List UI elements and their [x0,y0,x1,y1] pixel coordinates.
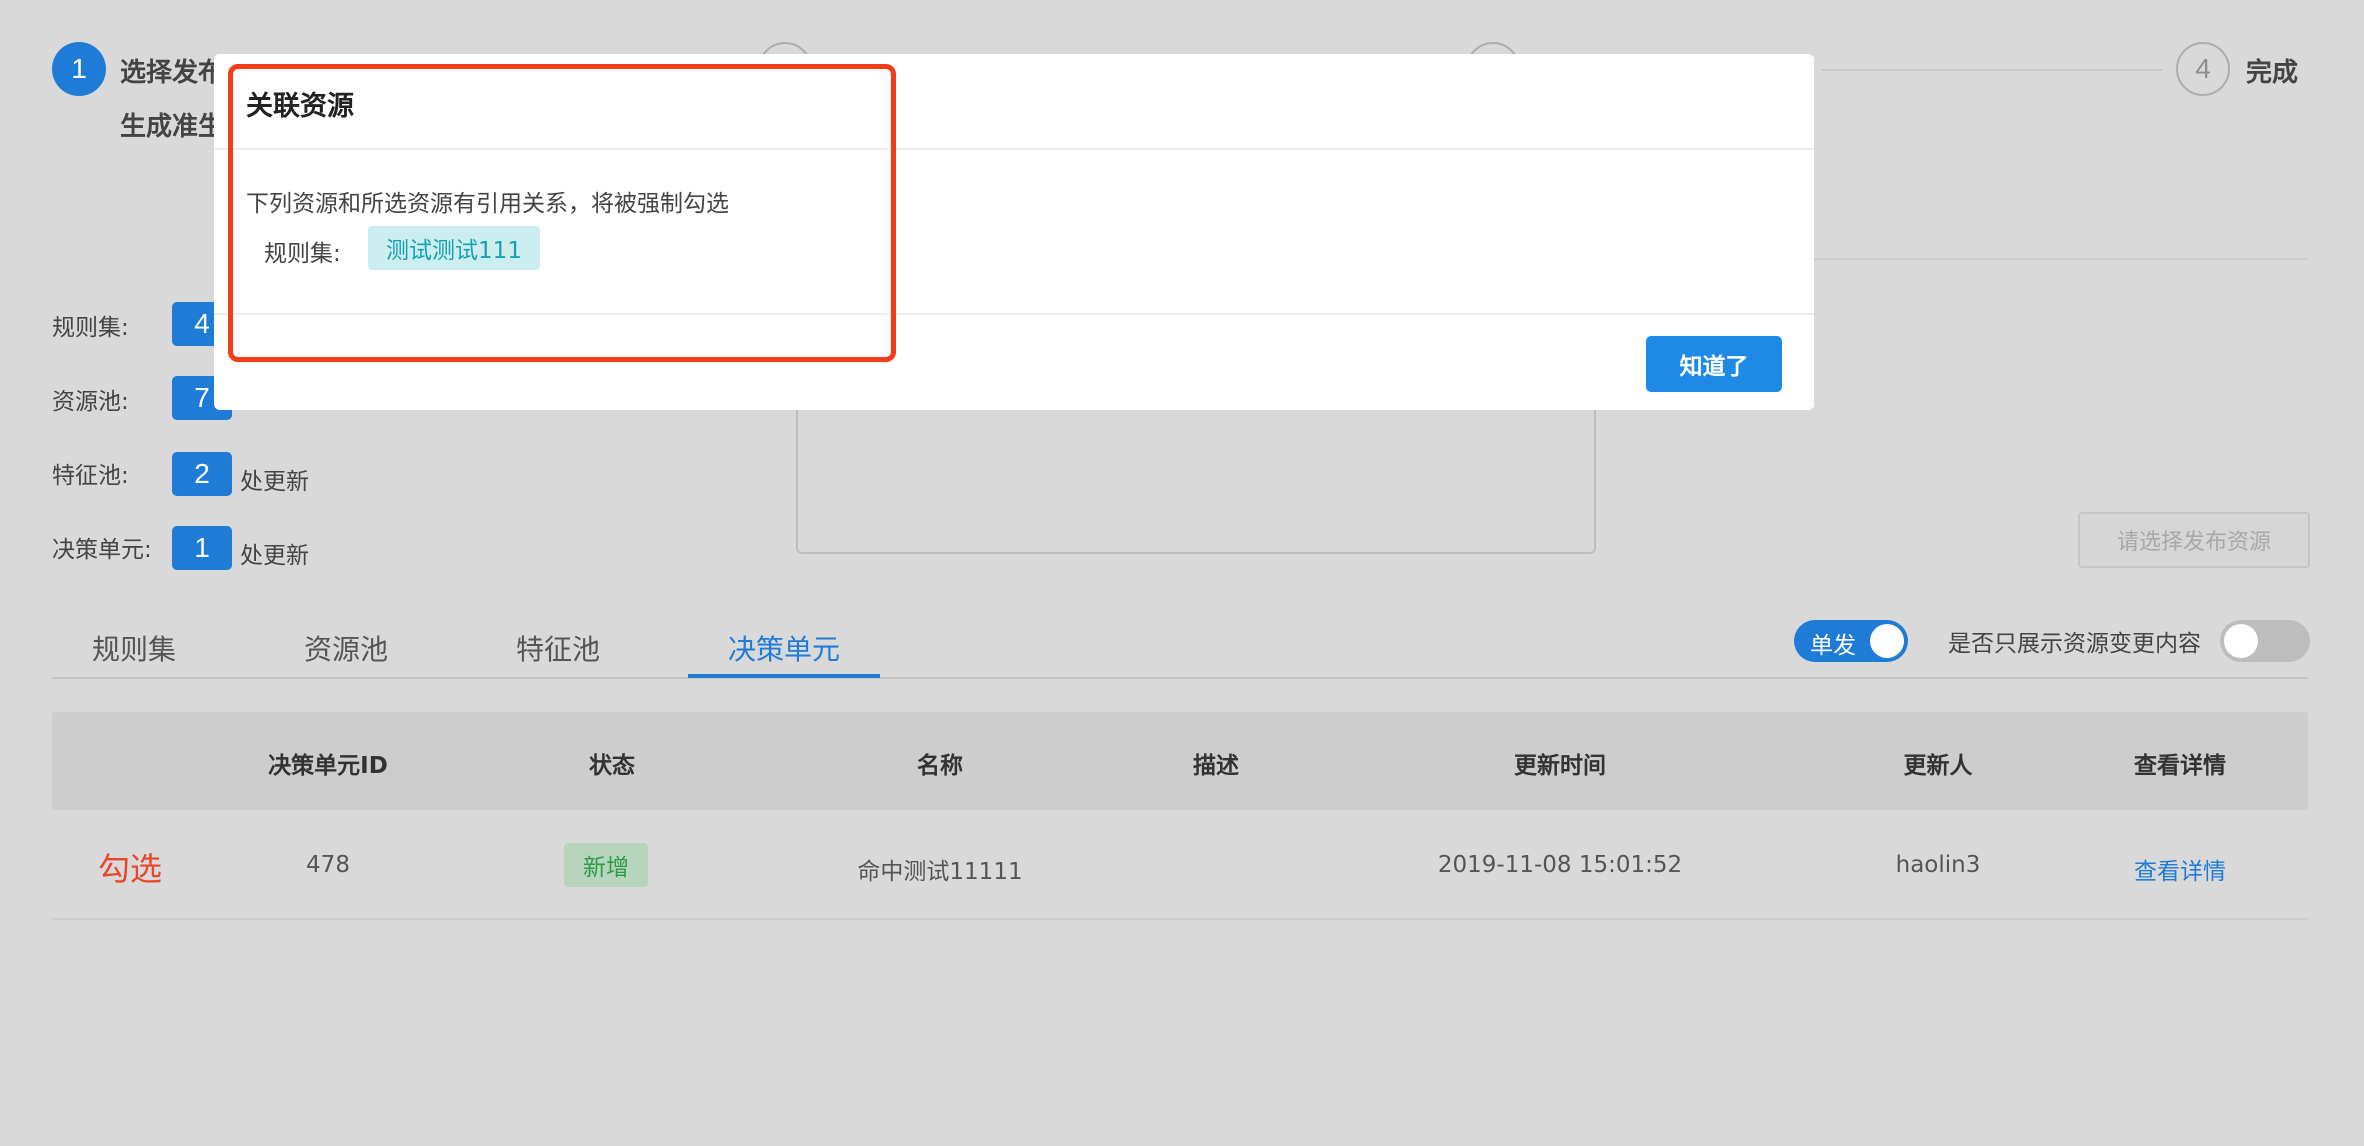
only-changes-toggle-knob [2224,624,2258,658]
only-changes-label: 是否只展示资源变更内容 [1948,631,2201,657]
step-1-number: 1 [71,53,87,84]
tab-ruleset[interactable]: 规则集 [92,628,176,668]
step-1-circle: 1 [52,42,106,96]
modal-header-divider [214,148,1814,150]
cell-name: 命中测试11111 [857,859,1023,885]
tab-decision-unit[interactable]: 决策单元 [728,628,840,668]
tab-feature-pool[interactable]: 特征池 [516,628,600,668]
count-suffix-decision-unit: 处更新 [240,543,309,569]
count-label-decision-unit: 决策单元: [52,537,152,563]
column-header-updated-at: 更新时间 [1514,753,1606,779]
modal-ruleset-tag: 测试测试111 [368,226,540,270]
step-1-title: 选择发布 [120,58,225,88]
column-header-updated-by: 更新人 [1903,753,1973,779]
count-badge-feature-pool: 2 [172,452,232,496]
publish-page: 1 选择发布 生成准生 4 完成 规则集: 4 资源池: 7 特征池: 2 处更… [0,0,2364,1146]
select-publish-resource-button[interactable]: 请选择发布资源 [2078,512,2310,568]
step-1-subtitle: 生成准生 [120,112,225,142]
column-header-description: 描述 [1193,753,1239,779]
status-badge: 新增 [564,843,648,887]
count-label-resource-pool: 资源池: [52,389,129,415]
modal-message: 下列资源和所选资源有引用关系，将被强制勾选 [246,191,729,217]
cell-updated-at: 2019-11-08 15:01:52 [1437,852,1683,878]
column-header-status: 状态 [589,753,635,779]
single-toggle-knob [1870,624,1904,658]
step-4-title: 完成 [2246,58,2299,88]
only-changes-toggle[interactable] [2220,620,2310,662]
column-header-id: 决策单元ID [268,753,388,779]
modal-ok-button[interactable]: 知道了 [1646,336,1782,392]
related-resources-modal: 关联资源 下列资源和所选资源有引用关系，将被强制勾选 规则集: 测试测试111 … [214,54,1814,410]
column-header-name: 名称 [917,753,963,779]
tabs-baseline [52,677,2308,679]
cell-id: 478 [306,852,350,878]
count-badge-decision-unit: 1 [172,526,232,570]
single-toggle[interactable]: 单发 [1794,620,1908,662]
modal-ruleset-label: 规则集: [264,241,341,267]
tab-resource-pool[interactable]: 资源池 [304,628,388,668]
step-connector [1822,69,2162,71]
cell-updated-by: haolin3 [1895,852,1981,878]
row-divider [52,918,2308,920]
column-header-detail: 查看详情 [2134,753,2226,779]
active-tab-indicator [688,674,880,678]
step-4-circle: 4 [2176,42,2230,96]
view-detail-link[interactable]: 查看详情 [2134,852,2226,886]
select-annotation: 勾选 [98,850,163,888]
count-label-feature-pool: 特征池: [52,463,129,489]
step-4-number: 4 [2195,53,2211,84]
count-label-ruleset: 规则集: [52,315,129,341]
modal-footer-divider [214,313,1814,315]
modal-title: 关联资源 [246,91,354,122]
count-suffix-feature-pool: 处更新 [240,469,309,495]
single-toggle-label: 单发 [1810,633,1856,659]
